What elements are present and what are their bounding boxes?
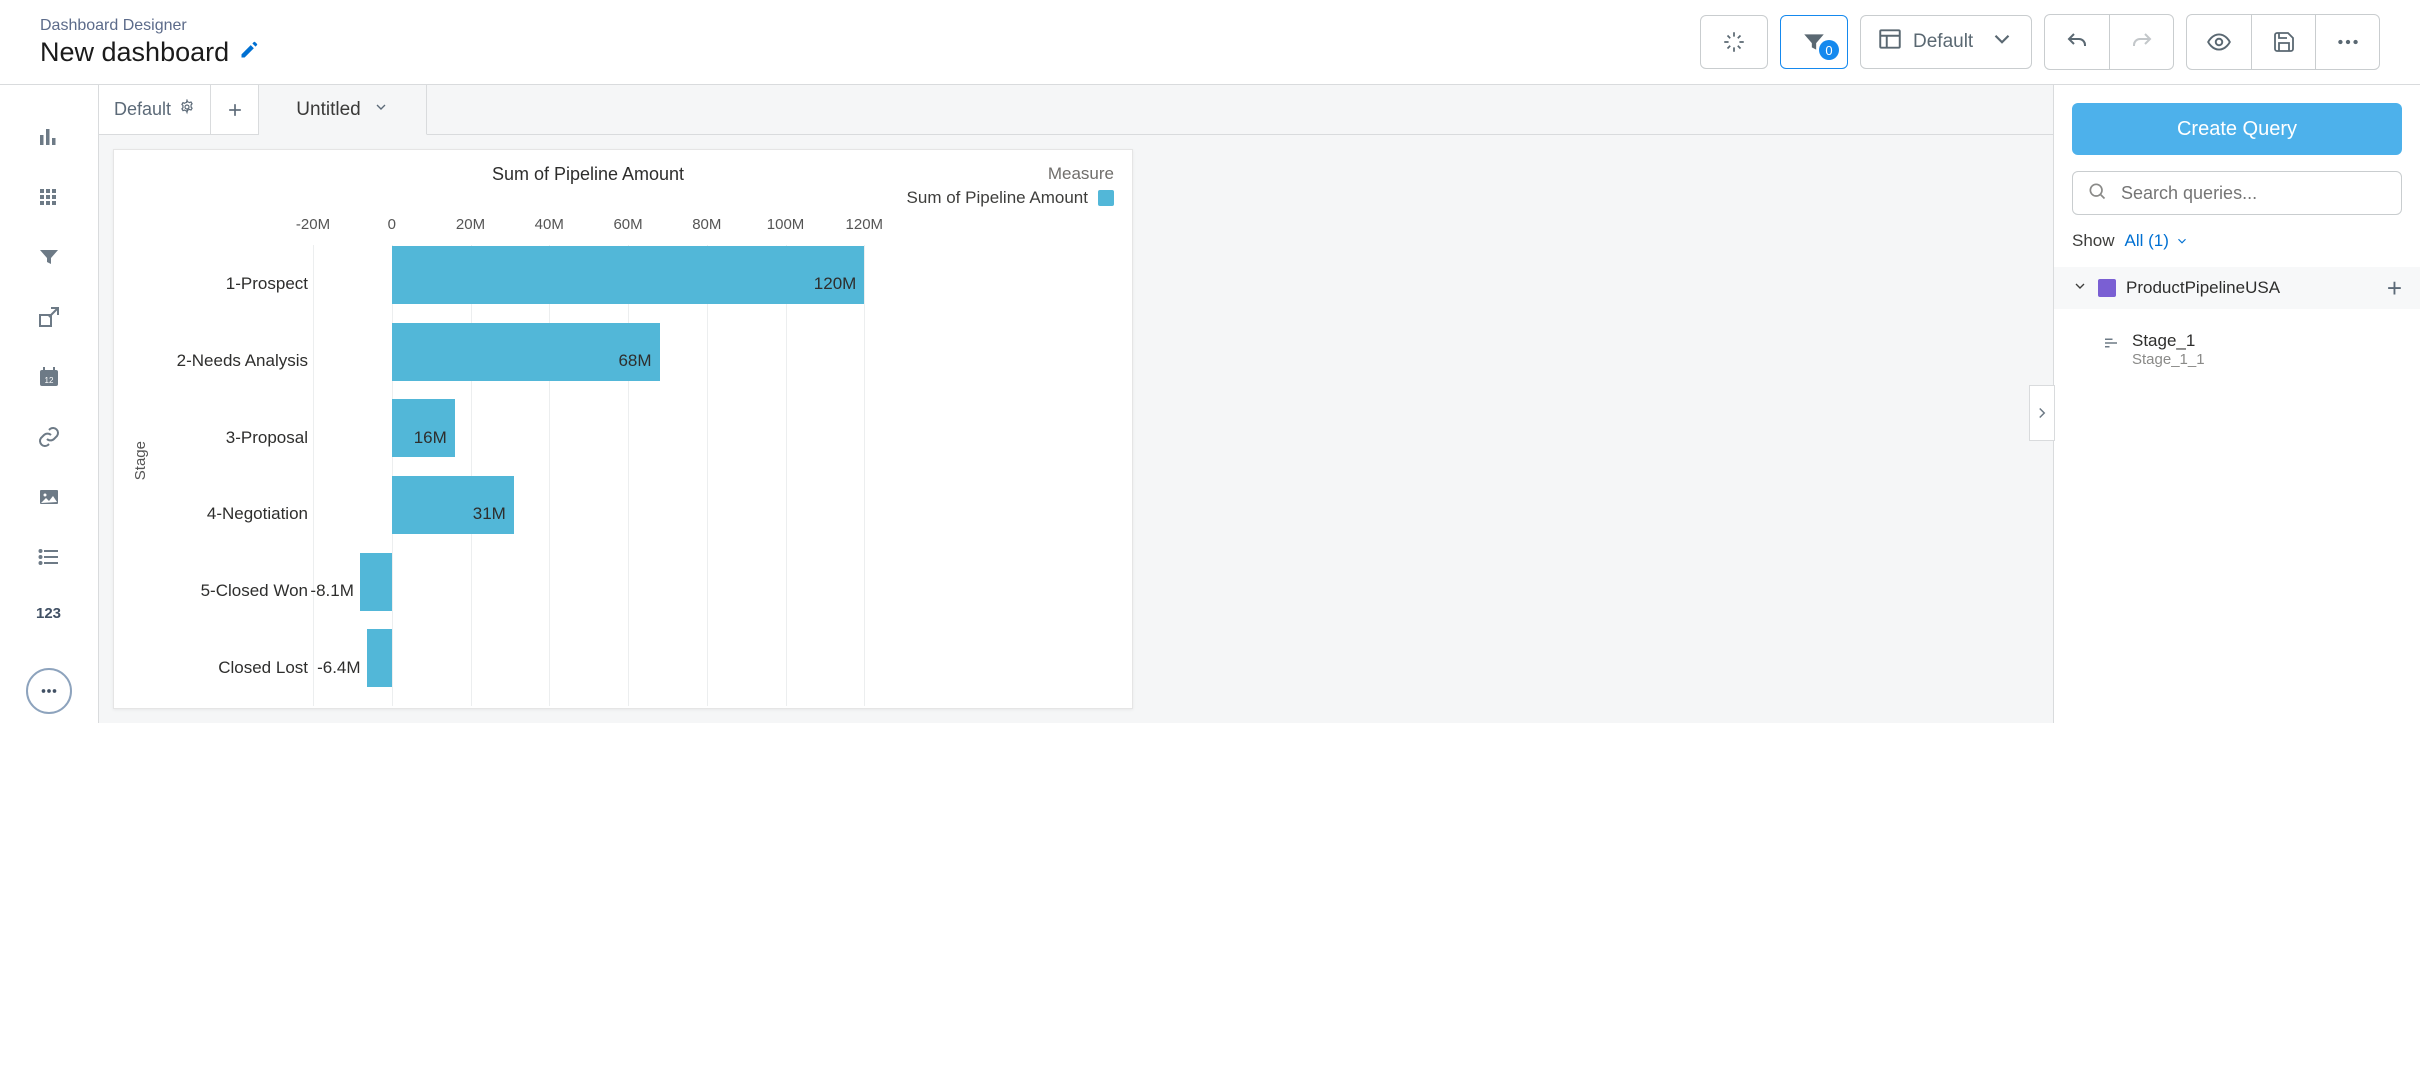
bar[interactable]	[392, 246, 865, 304]
bar-row: 1-Prospect 120M	[153, 246, 884, 323]
legend-text: Sum of Pipeline Amount	[907, 188, 1088, 208]
page-tab[interactable]: Untitled	[259, 85, 427, 135]
canvas-tabs: Default Untitled	[99, 85, 2053, 135]
show-filter-value: All (1)	[2125, 231, 2169, 251]
plot-rows: 1-Prospect 120M 2-Needs Analysis 68M 3-Propo…	[153, 246, 884, 706]
layout-label: Default	[1913, 31, 1973, 53]
more-actions-button[interactable]	[2315, 15, 2379, 69]
bar-row: Closed Lost -6.4M	[153, 629, 884, 706]
chart-title: Sum of Pipeline Amount	[282, 164, 894, 185]
layout-tab[interactable]: Default	[99, 85, 211, 135]
x-tick: -20M	[296, 216, 330, 233]
dashboard-title: New dashboard	[40, 37, 229, 68]
show-label: Show	[2072, 231, 2115, 251]
chevron-down-icon	[1989, 26, 2015, 58]
filter-button[interactable]: 0	[1780, 15, 1848, 69]
svg-text:12: 12	[44, 376, 53, 385]
query-panel: Create Query Show All (1) ProductPipelin…	[2054, 85, 2420, 1086]
x-tick: 80M	[692, 216, 721, 233]
category-label: 4-Negotiation	[153, 504, 308, 524]
header-actions: 0 Default	[1700, 14, 2380, 70]
dataset-name: ProductPipelineUSA	[2126, 278, 2377, 298]
widget-toolbox: 12 123	[0, 85, 98, 1086]
create-query-button[interactable]: Create Query	[2072, 103, 2402, 155]
bar[interactable]	[367, 629, 392, 687]
bar-value-label: 68M	[618, 351, 659, 371]
date-widget-icon[interactable]: 12	[37, 365, 61, 389]
add-query-icon[interactable]: +	[2387, 273, 2402, 304]
legend-swatch	[1098, 190, 1114, 206]
y-axis-label: Stage	[132, 441, 149, 480]
bar-row: 5-Closed Won-8.1M	[153, 553, 884, 630]
x-tick: 120M	[846, 216, 884, 233]
category-label: 2-Needs Analysis	[153, 351, 308, 371]
table-widget-icon[interactable]	[37, 185, 61, 209]
search-field[interactable]	[2119, 182, 2387, 205]
undo-redo-group	[2044, 14, 2174, 70]
edit-title-icon[interactable]	[239, 40, 259, 65]
save-button[interactable]	[2251, 15, 2315, 69]
query-item[interactable]: Stage_1 Stage_1_1	[2072, 325, 2402, 368]
bar-value-label: -8.1M	[310, 581, 359, 601]
bar[interactable]	[360, 553, 392, 611]
query-id: Stage_1_1	[2132, 351, 2205, 368]
redo-button[interactable]	[2109, 15, 2173, 69]
search-icon	[2087, 181, 2107, 206]
bar-value-label: 16M	[414, 428, 455, 448]
chevron-down-icon	[373, 99, 389, 121]
bar-value-label: 120M	[814, 274, 865, 294]
undo-button[interactable]	[2045, 15, 2109, 69]
number-widget-icon[interactable]: 123	[36, 605, 61, 622]
show-filter-dropdown[interactable]: All (1)	[2125, 231, 2189, 251]
show-filter-row: Show All (1)	[2072, 231, 2402, 251]
category-label: 5-Closed Won	[153, 581, 308, 601]
add-layout-tab[interactable]	[211, 85, 259, 135]
chart-widget[interactable]: Sum of Pipeline Amount Measure Sum of Pi…	[113, 149, 1133, 709]
dataset-icon	[2098, 279, 2116, 297]
bar-row: 4-Negotiation 31M	[153, 476, 884, 553]
preview-button[interactable]	[2187, 15, 2251, 69]
image-widget-icon[interactable]	[37, 485, 61, 509]
category-label: Closed Lost	[153, 658, 308, 678]
filter-count-badge: 0	[1819, 40, 1839, 60]
dataset-row[interactable]: ProductPipelineUSA +	[2054, 267, 2420, 309]
chevron-down-icon	[2072, 278, 2088, 299]
x-tick: 0	[388, 216, 396, 233]
layout-icon	[1877, 26, 1903, 58]
measure-label: Measure	[894, 164, 1114, 184]
bar-row: 3-Proposal 16M	[153, 399, 884, 476]
canvas-area: Default Untitled Sum of Pipeline Amount	[98, 85, 2054, 1086]
query-type-icon	[2102, 334, 2120, 357]
list-widget-icon[interactable]	[37, 545, 61, 569]
x-tick: 40M	[535, 216, 564, 233]
view-save-more-group	[2186, 14, 2380, 70]
filter-widget-icon[interactable]	[37, 245, 61, 269]
sparkle-button[interactable]	[1700, 15, 1768, 69]
link-widget-icon[interactable]	[37, 425, 61, 449]
collapse-panel-handle[interactable]	[2029, 385, 2055, 441]
bar-row: 2-Needs Analysis 68M	[153, 323, 884, 400]
query-name: Stage_1	[2132, 331, 2205, 351]
title-block: Dashboard Designer New dashboard	[40, 17, 259, 68]
chart-widget-icon[interactable]	[37, 125, 61, 149]
layout-tab-label: Default	[114, 99, 171, 120]
designer-breadcrumb: Dashboard Designer	[40, 17, 259, 35]
gear-icon	[179, 99, 195, 120]
x-axis: -20M020M40M60M80M100M120M	[313, 216, 884, 238]
container-widget-icon[interactable]	[37, 305, 61, 329]
app-header: Dashboard Designer New dashboard 0 Defau…	[0, 0, 2420, 85]
layout-dropdown[interactable]: Default	[1860, 15, 2032, 69]
x-tick: 60M	[613, 216, 642, 233]
chart-legend: Sum of Pipeline Amount	[894, 188, 1114, 208]
category-label: 3-Proposal	[153, 428, 308, 448]
search-queries-input[interactable]	[2072, 171, 2402, 215]
create-query-label: Create Query	[2177, 118, 2297, 141]
page-tab-label: Untitled	[296, 99, 360, 121]
bar-value-label: -6.4M	[317, 658, 366, 678]
category-label: 1-Prospect	[153, 274, 308, 294]
more-widgets-button[interactable]	[26, 668, 72, 714]
x-tick: 20M	[456, 216, 485, 233]
x-tick: 100M	[767, 216, 805, 233]
bar-value-label: 31M	[473, 504, 514, 524]
